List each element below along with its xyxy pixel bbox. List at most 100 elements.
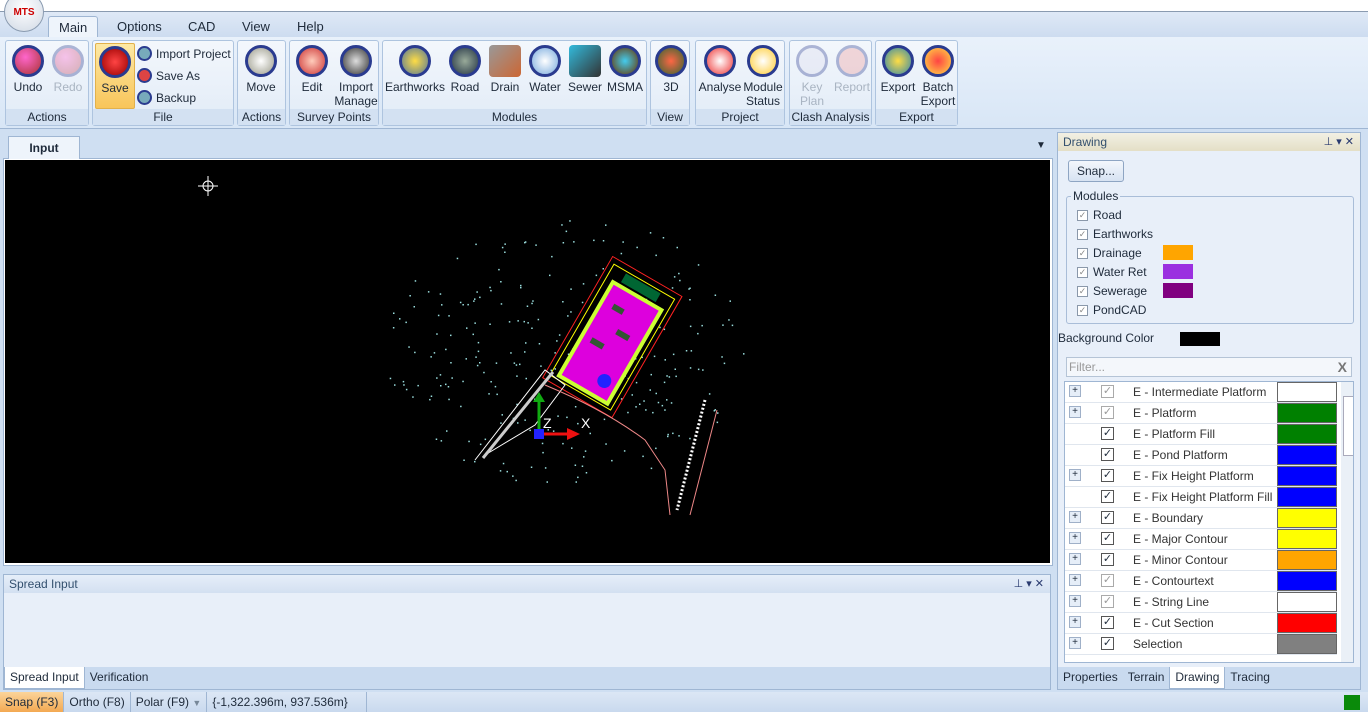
tab-options[interactable]: Options	[107, 16, 172, 38]
tab-input[interactable]: Input	[8, 136, 80, 159]
checkbox[interactable]: ✓	[1077, 228, 1088, 240]
layer-row[interactable]: + ✓ E - Platform	[1065, 403, 1337, 424]
layer-color-swatch[interactable]	[1277, 424, 1337, 444]
layer-checkbox[interactable]: ✓	[1101, 490, 1114, 503]
export-button[interactable]: Export	[878, 43, 918, 94]
layer-checkbox[interactable]: ✓	[1101, 532, 1114, 545]
checkbox[interactable]: ✓	[1077, 247, 1088, 259]
layer-row[interactable]: + ✓ E - Fix Height Platform	[1065, 466, 1337, 487]
layer-checkbox[interactable]: ✓	[1101, 406, 1114, 419]
layer-checkbox[interactable]: ✓	[1101, 427, 1114, 440]
module-color-swatch[interactable]	[1163, 245, 1193, 260]
tab-terrain[interactable]: Terrain	[1123, 667, 1170, 689]
snap-toggle[interactable]: Snap (F3)	[0, 692, 65, 712]
filter-input[interactable]: Filter... X	[1066, 357, 1352, 377]
layer-row[interactable]: ✓ E - Fix Height Platform Fill	[1065, 487, 1337, 508]
layer-color-swatch[interactable]	[1277, 529, 1337, 549]
scrollbar-thumb[interactable]	[1343, 396, 1353, 456]
redo-button[interactable]: Redo	[48, 43, 88, 94]
expand-icon[interactable]: +	[1069, 469, 1081, 481]
tab-help[interactable]: Help	[287, 16, 334, 38]
layer-color-swatch[interactable]	[1277, 403, 1337, 423]
layer-color-swatch[interactable]	[1277, 382, 1337, 402]
checkbox[interactable]: ✓	[1077, 304, 1088, 316]
layer-row[interactable]: + ✓ E - Cut Section	[1065, 613, 1337, 634]
module-sewerage[interactable]: ✓ Sewerage	[1077, 283, 1193, 299]
drain-button[interactable]: Drain	[485, 43, 525, 94]
module-pondcad[interactable]: ✓ PondCAD	[1077, 302, 1146, 318]
layer-checkbox[interactable]: ✓	[1101, 553, 1114, 566]
expand-icon[interactable]: +	[1069, 406, 1081, 418]
move-button[interactable]: Move	[241, 43, 281, 94]
panel-controls[interactable]: ⊥ ▾ ✕	[1014, 577, 1044, 590]
layer-row[interactable]: + ✓ E - Minor Contour	[1065, 550, 1337, 571]
checkbox[interactable]: ✓	[1077, 209, 1088, 221]
layer-checkbox[interactable]: ✓	[1101, 574, 1114, 587]
module-color-swatch[interactable]	[1163, 283, 1193, 298]
3d-button[interactable]: 3D	[651, 43, 691, 94]
polar-toggle[interactable]: Polar (F9) ▼	[131, 692, 208, 712]
expand-icon[interactable]: +	[1069, 511, 1081, 523]
tab-tracing[interactable]: Tracing	[1225, 667, 1275, 689]
layer-row[interactable]: + ✓ E - Boundary	[1065, 508, 1337, 529]
layer-color-swatch[interactable]	[1277, 487, 1337, 507]
layer-color-swatch[interactable]	[1277, 634, 1337, 654]
module-status-button[interactable]: Module Status	[742, 43, 784, 108]
document-menu-chevron-icon[interactable]: ▼	[1036, 140, 1046, 151]
import-manage-button[interactable]: Import Manage	[333, 43, 379, 108]
layer-checkbox[interactable]: ✓	[1101, 469, 1114, 482]
cad-canvas[interactable]: Z X	[5, 160, 1050, 563]
layer-checkbox[interactable]: ✓	[1101, 616, 1114, 629]
water-button[interactable]: Water	[525, 43, 565, 94]
layer-checkbox[interactable]: ✓	[1101, 511, 1114, 524]
report-button[interactable]: Report	[832, 43, 872, 94]
layer-color-swatch[interactable]	[1277, 571, 1337, 591]
tab-cad[interactable]: CAD	[178, 16, 225, 38]
module-earthworks[interactable]: ✓ Earthworks	[1077, 226, 1153, 242]
expand-icon[interactable]: +	[1069, 385, 1081, 397]
checkbox[interactable]: ✓	[1077, 285, 1088, 297]
key-plan-button[interactable]: Key Plan	[792, 43, 832, 108]
layer-row[interactable]: + ✓ E - Major Contour	[1065, 529, 1337, 550]
expand-icon[interactable]: +	[1069, 616, 1081, 628]
layer-row[interactable]: + ✓ Selection	[1065, 634, 1337, 655]
tab-spread-input[interactable]: Spread Input	[4, 667, 85, 689]
ortho-toggle[interactable]: Ortho (F8)	[64, 692, 131, 712]
layer-checkbox[interactable]: ✓	[1101, 448, 1114, 461]
analyse-button[interactable]: Analyse	[698, 43, 742, 94]
expand-icon[interactable]: +	[1069, 637, 1081, 649]
expand-icon[interactable]: +	[1069, 595, 1081, 607]
expand-icon[interactable]: +	[1069, 553, 1081, 565]
layer-row[interactable]: ✓ E - Platform Fill	[1065, 424, 1337, 445]
module-water-ret[interactable]: ✓ Water Ret	[1077, 264, 1193, 280]
clear-filter-icon[interactable]: X	[1338, 359, 1347, 375]
layer-color-swatch[interactable]	[1277, 508, 1337, 528]
layer-color-swatch[interactable]	[1277, 445, 1337, 465]
layer-row[interactable]: + ✓ E - Contourtext	[1065, 571, 1337, 592]
batch-export-button[interactable]: Batch Export	[918, 43, 958, 108]
snap-button[interactable]: Snap...	[1068, 160, 1124, 182]
module-drainage[interactable]: ✓ Drainage	[1077, 245, 1193, 261]
layer-row[interactable]: ✓ E - Pond Platform	[1065, 445, 1337, 466]
layer-color-swatch[interactable]	[1277, 613, 1337, 633]
module-road[interactable]: ✓ Road	[1077, 207, 1122, 223]
panel-controls[interactable]: ⊥ ▾ ✕	[1324, 135, 1354, 148]
road-button[interactable]: Road	[445, 43, 485, 94]
edit-button[interactable]: Edit	[292, 43, 332, 94]
undo-button[interactable]: Undo	[8, 43, 48, 94]
save-as-button[interactable]: Save As	[137, 68, 200, 83]
background-color-swatch[interactable]	[1180, 332, 1220, 346]
msma-button[interactable]: MSMA	[605, 43, 645, 94]
expand-icon[interactable]: +	[1069, 532, 1081, 544]
sewer-button[interactable]: Sewer	[565, 43, 605, 94]
tab-properties[interactable]: Properties	[1058, 667, 1123, 689]
layer-row[interactable]: + ✓ E - String Line	[1065, 592, 1337, 613]
import-project-button[interactable]: Import Project	[137, 46, 231, 61]
layer-color-swatch[interactable]	[1277, 466, 1337, 486]
tab-verification[interactable]: Verification	[85, 667, 154, 689]
layer-color-swatch[interactable]	[1277, 592, 1337, 612]
layer-row[interactable]: + ✓ E - Intermediate Platform	[1065, 382, 1337, 403]
expand-icon[interactable]: +	[1069, 574, 1081, 586]
tab-drawing[interactable]: Drawing	[1169, 667, 1226, 689]
layer-color-swatch[interactable]	[1277, 550, 1337, 570]
